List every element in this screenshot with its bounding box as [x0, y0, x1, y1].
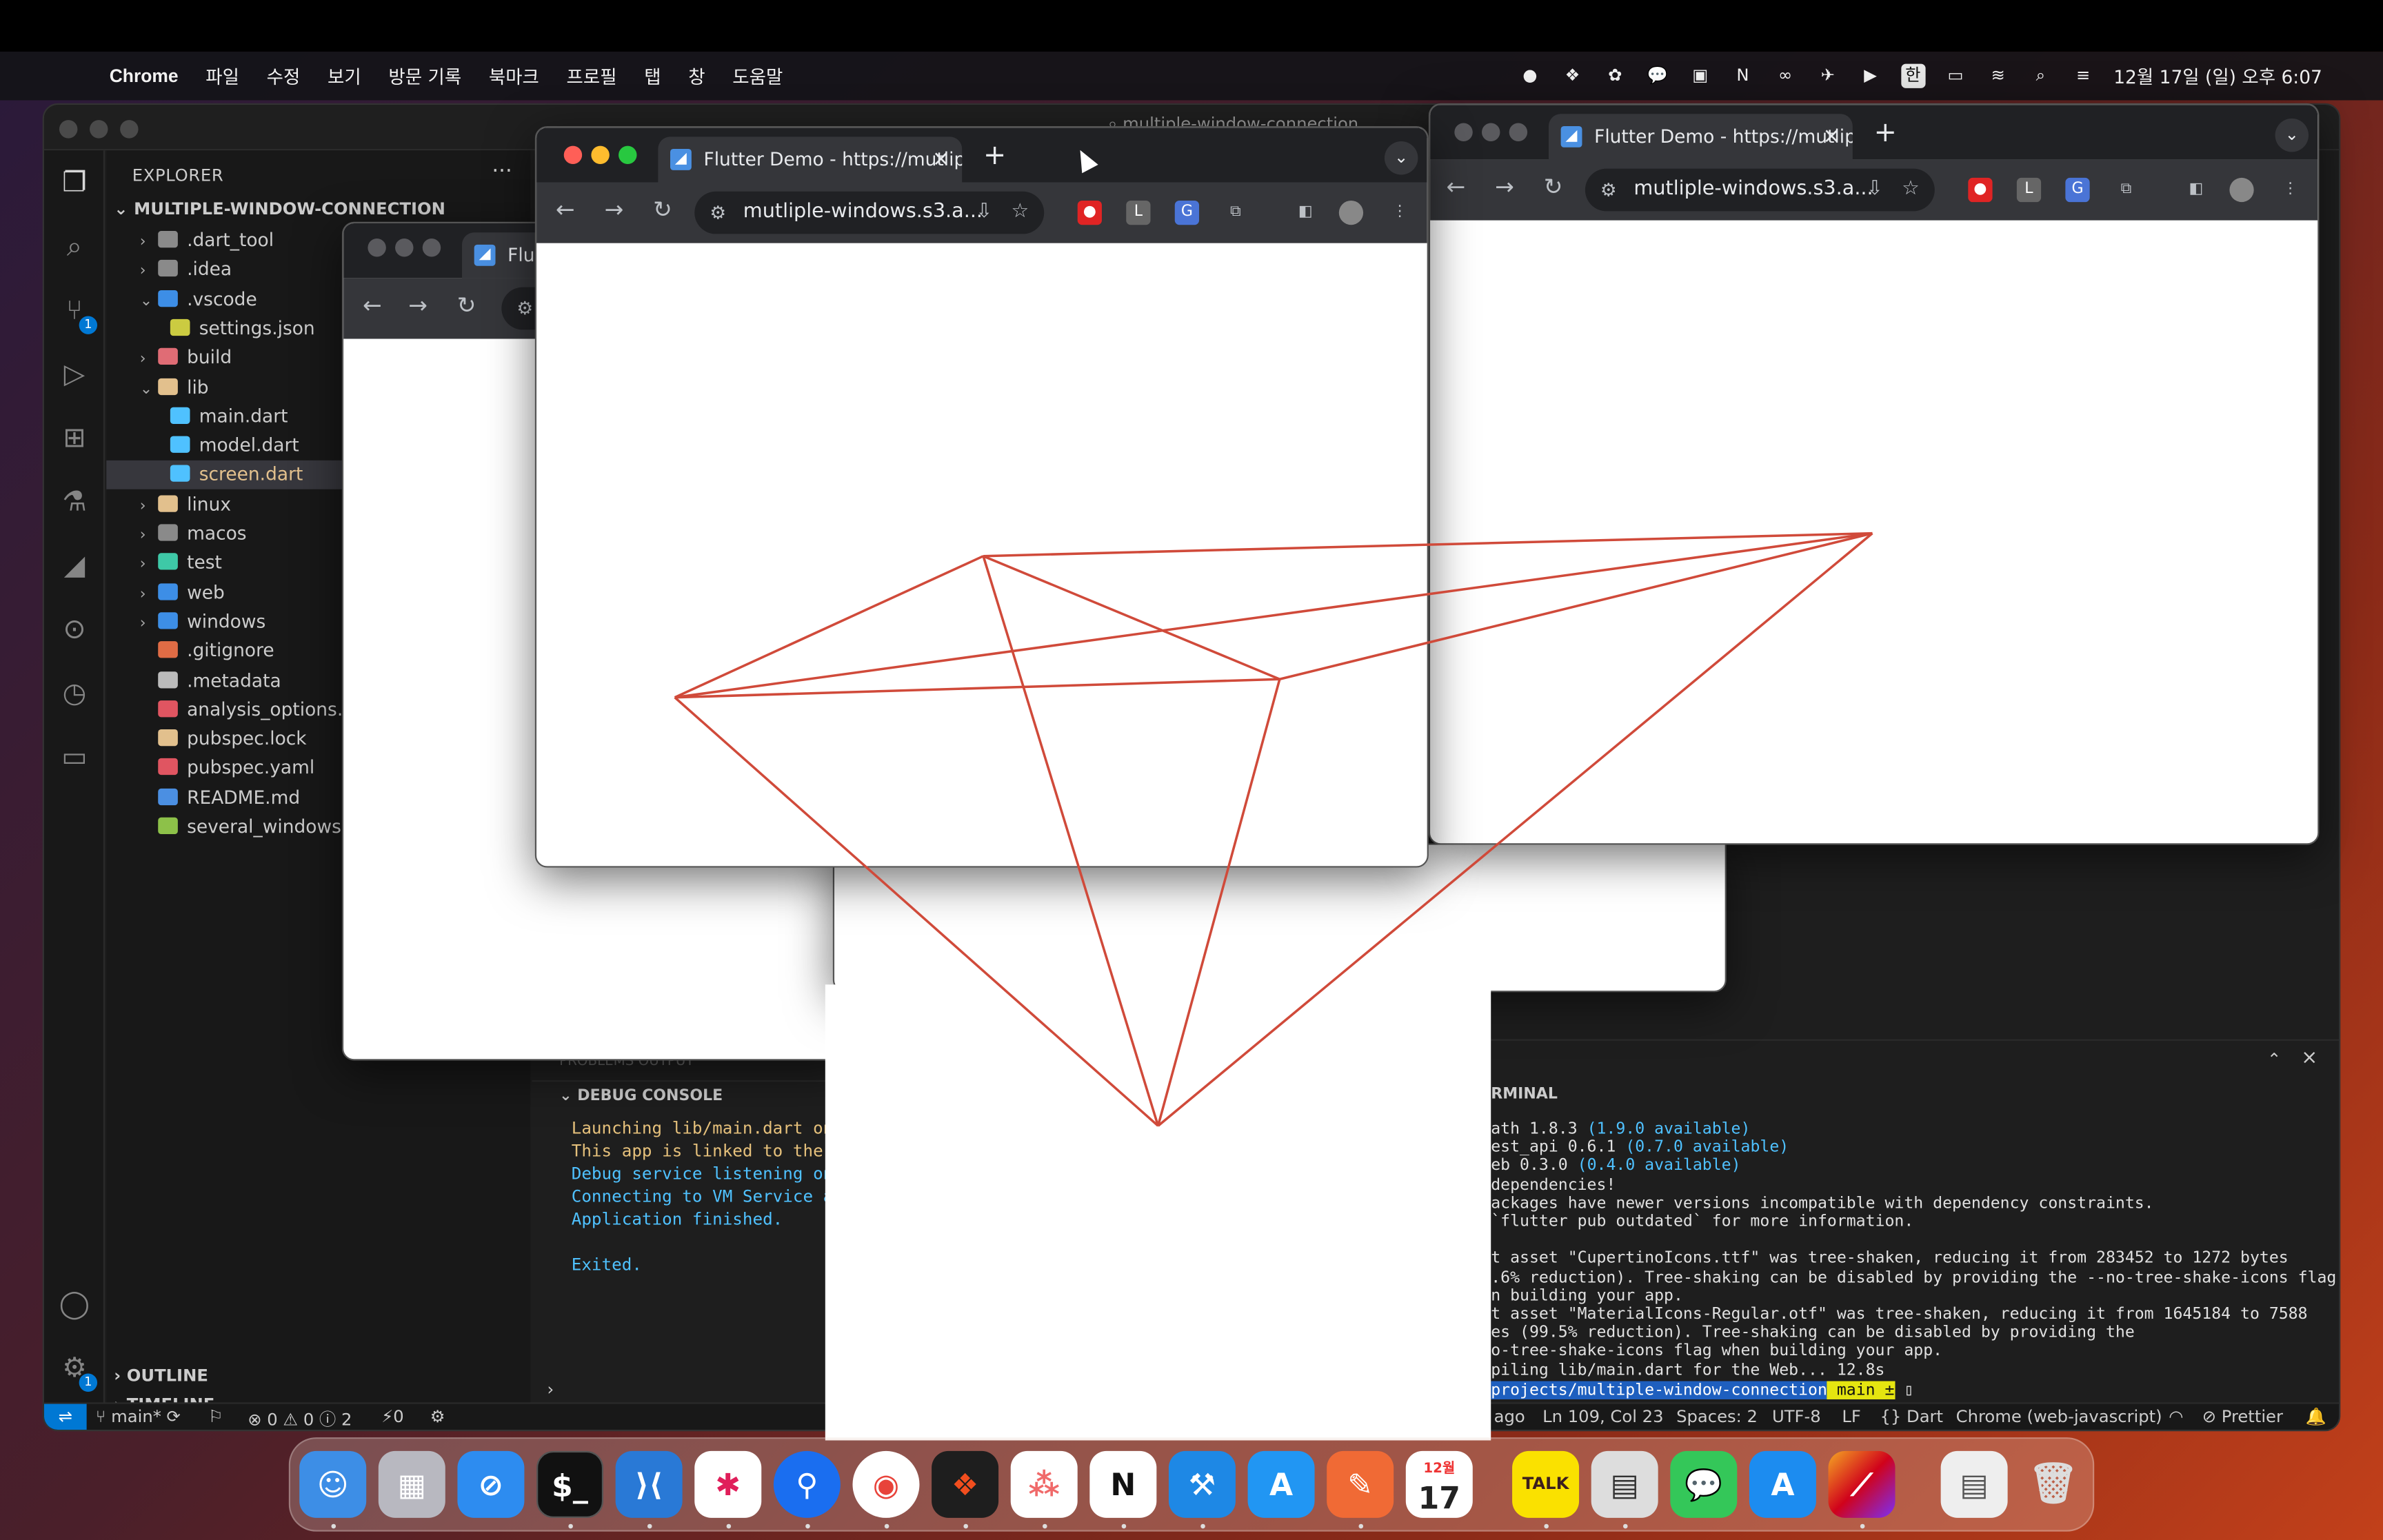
messages-icon[interactable]: 💬 — [1670, 1450, 1738, 1518]
launchpad-icon[interactable]: ▦ — [378, 1450, 445, 1518]
scaled-screen: Chrome 파일 수정 보기 방문 기록 북마크 프로필 탭 창 도움말 ● … — [0, 0, 2383, 1540]
notion-icon[interactable]: N — [1089, 1450, 1157, 1518]
macos-dock: ☺ ▦ ⊘ $_ ⟩⟨ ✱ ⚲ ◉ ❖ ⁂ N ⚒ A ✎ 12월 17 TALK… — [288, 1437, 2095, 1532]
connection-line — [1156, 678, 1281, 1126]
figma-icon[interactable]: ❖ — [932, 1450, 999, 1518]
app-store-icon[interactable]: A — [1749, 1450, 1816, 1518]
connection-line — [674, 678, 1280, 699]
calendar-month: 12월 — [1423, 1461, 1456, 1477]
connection-line — [982, 556, 1160, 1126]
running-indicator — [1622, 1523, 1628, 1529]
running-indicator — [1544, 1523, 1549, 1529]
calendar-day: 17 — [1418, 1479, 1460, 1517]
running-indicator — [568, 1523, 573, 1529]
running-indicator — [963, 1523, 969, 1529]
running-indicator — [1200, 1523, 1205, 1529]
running-indicator — [331, 1523, 336, 1529]
safari-icon[interactable]: ⊘ — [457, 1450, 525, 1518]
finder-icon[interactable]: ☺ — [299, 1450, 367, 1518]
preview-icon[interactable]: ▤ — [1591, 1450, 1658, 1518]
maps-pin-icon[interactable]: ⚲ — [773, 1450, 841, 1518]
chrome-icon[interactable]: ◉ — [852, 1450, 920, 1518]
running-indicator — [1358, 1523, 1364, 1529]
creative-app-icon[interactable]: ⟋ — [1828, 1450, 1896, 1518]
slack-icon[interactable]: ✱ — [694, 1450, 762, 1518]
calendar-icon[interactable]: 12월 17 — [1405, 1450, 1473, 1518]
simulator-icon[interactable]: A — [1247, 1450, 1315, 1518]
running-indicator — [1043, 1523, 1047, 1529]
running-indicator — [1121, 1523, 1127, 1529]
trash-icon[interactable]: 🗑 — [2020, 1451, 2087, 1518]
running-indicator — [726, 1523, 732, 1529]
sketch-pen-icon[interactable]: ✎ — [1327, 1450, 1394, 1518]
terminal-icon[interactable]: $_ — [536, 1450, 604, 1518]
running-indicator — [884, 1523, 889, 1529]
asana-icon[interactable]: ⁂ — [1010, 1450, 1078, 1518]
screen: { "menubar": { "apple_glyph": "", "app_n… — [0, 0, 2383, 1540]
kakaotalk-icon[interactable]: TALK — [1512, 1450, 1580, 1518]
window-connection-lines — [674, 531, 1873, 1127]
running-indicator — [1860, 1523, 1865, 1529]
running-indicator — [647, 1523, 652, 1529]
connection-line — [674, 696, 1159, 1127]
documents-stack-icon[interactable]: ▤ — [1940, 1450, 2008, 1518]
vscode-icon[interactable]: ⟩⟨ — [615, 1450, 683, 1518]
running-indicator — [805, 1523, 810, 1529]
xcode-icon[interactable]: ⚒ — [1168, 1450, 1236, 1518]
connection-line — [983, 555, 1280, 680]
